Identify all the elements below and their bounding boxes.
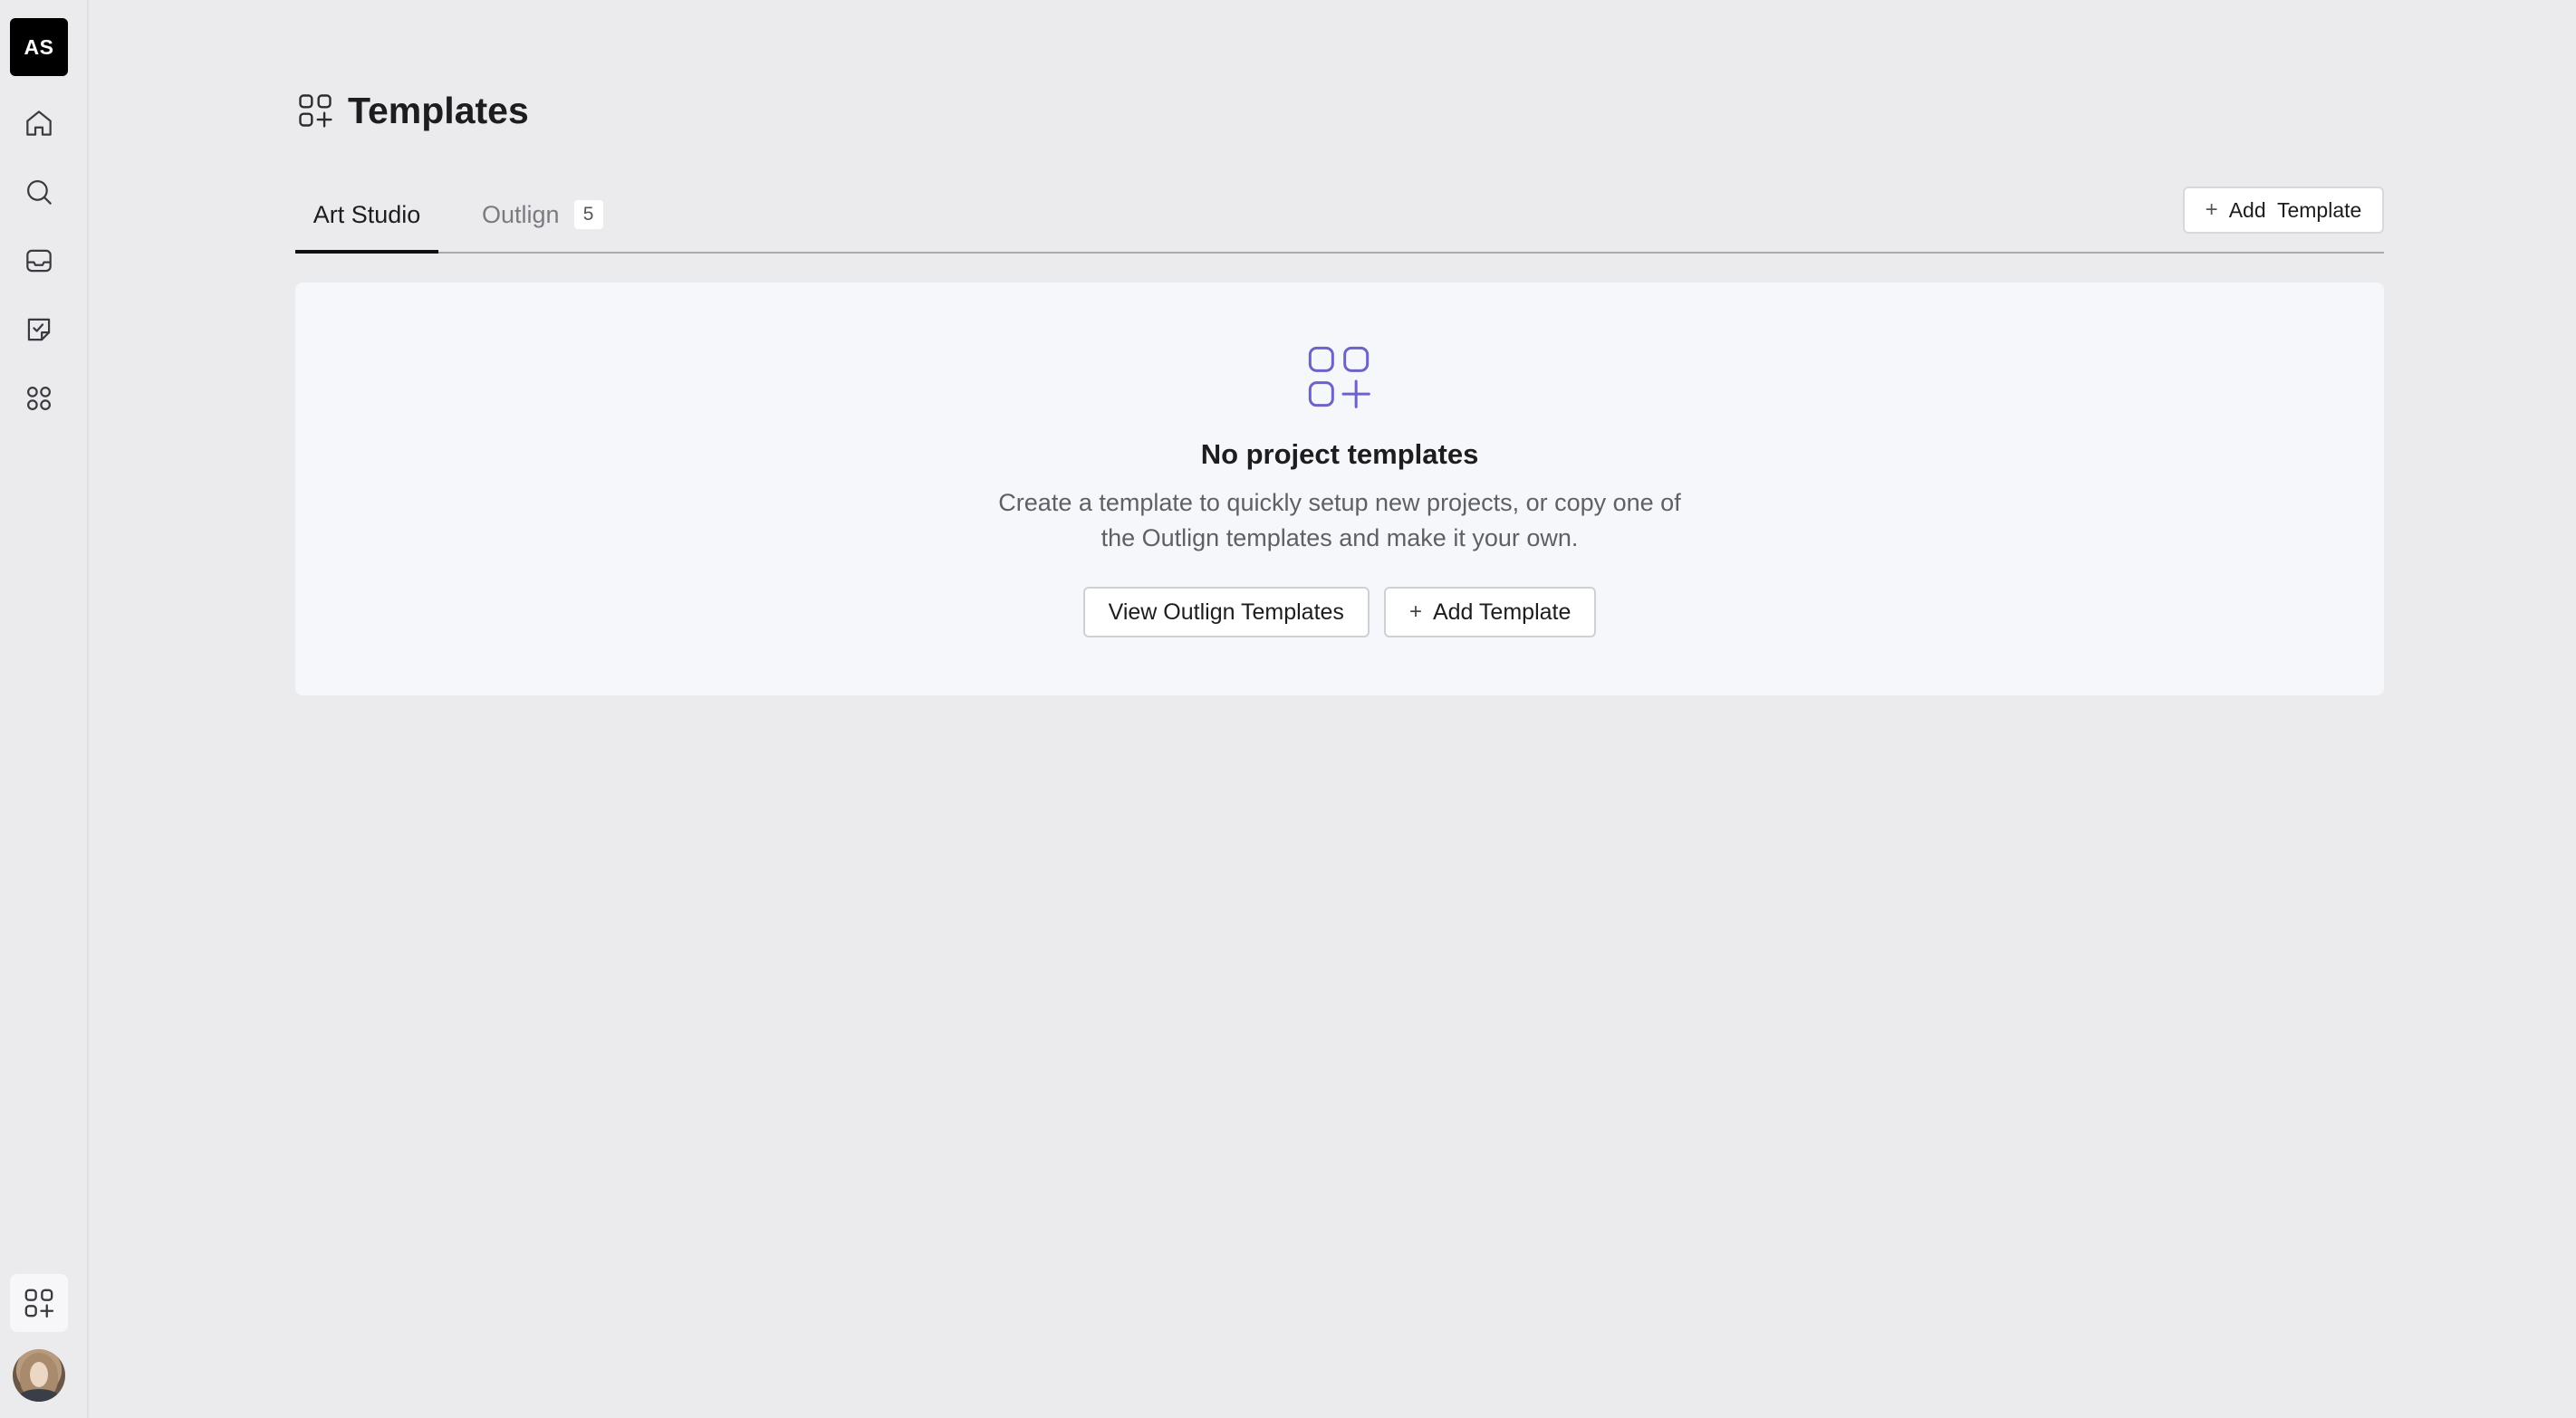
empty-state-actions: View Outlign Templates + Add Template [295,587,2384,637]
templates-icon [299,94,332,128]
add-template-label: Add Template [2228,197,2362,222]
tab-count-badge: 5 [573,200,603,229]
add-template-button[interactable]: + Add Template [1383,587,1597,637]
templates-button[interactable] [10,1274,68,1332]
sidebar: AS [0,0,89,1418]
add-template-label: Add Template [1432,599,1572,625]
page-header: Templates [295,87,529,134]
tab-art-studio[interactable]: Art Studio [295,177,438,254]
apps-icon[interactable] [17,377,61,420]
templates-icon [24,1289,54,1318]
workspace-badge[interactable]: AS [10,18,68,76]
empty-state-title: No project templates [1200,438,1479,470]
page-title: Templates [348,89,529,131]
view-outlign-templates-label: View Outlign Templates [1108,599,1344,625]
home-icon[interactable] [17,101,61,145]
tab-outlign[interactable]: Outlign 5 [482,177,603,252]
app-root: AS Templates Art Studio Outlign 5 + Add … [0,0,2576,1418]
view-outlign-templates-button[interactable]: View Outlign Templates [1082,587,1370,637]
add-template-button[interactable]: + Add Template [2183,187,2384,234]
plus-icon: + [2205,197,2218,222]
tab-label: Art Studio [312,200,421,228]
templates-icon [1308,346,1370,408]
tab-label: Outlign [482,200,560,228]
plus-icon: + [1408,599,1422,624]
empty-state-description: Create a template to quickly setup new p… [998,489,1681,551]
inbox-icon[interactable] [17,239,61,283]
search-icon[interactable] [17,170,61,214]
tasks-icon[interactable] [17,308,61,351]
tab-bar: Art Studio Outlign 5 + Add Template [295,177,2384,254]
empty-state-card: No project templates Create a template t… [295,283,2384,695]
avatar[interactable] [13,1349,65,1402]
